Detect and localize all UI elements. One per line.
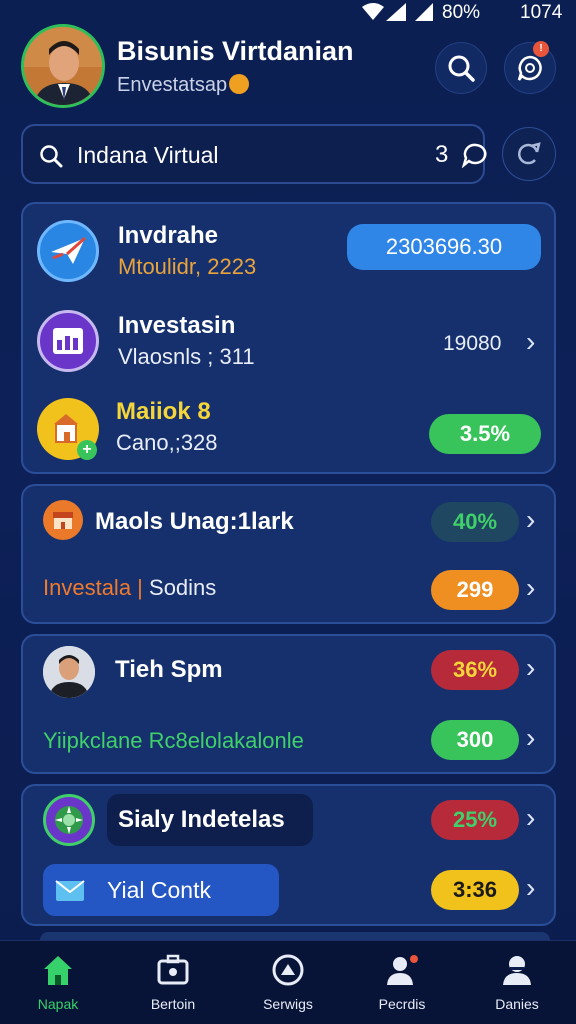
person-icon [387, 955, 418, 985]
clock: 1074 [520, 2, 563, 23]
investment-list-card: Invdrahe Mtoulidr, 2223 2303696.30 Inves… [21, 202, 556, 474]
briefcase-icon [157, 954, 189, 985]
nav-label: Bertoin [150, 996, 196, 1012]
search-button[interactable] [435, 42, 487, 94]
avatar [43, 646, 95, 698]
nav-label: Danies [495, 996, 539, 1012]
services-icon [272, 954, 304, 986]
chevron-right-icon[interactable]: › [526, 572, 535, 604]
row-title: Investasin [118, 312, 236, 339]
card-subtitle: Yiipkclane Rc8elolakalonle [43, 728, 304, 754]
contact-button-label: Yial Contk [107, 877, 211, 903]
nav-item-home[interactable]: Napak [13, 953, 103, 1012]
chevron-right-icon[interactable]: › [526, 326, 535, 358]
signal-icon [386, 3, 406, 21]
row-value: 19080 [443, 332, 502, 355]
nav-item-people[interactable]: Pecrdis [357, 953, 447, 1012]
card-subtitle: Investala | Sodins [43, 575, 217, 600]
header-subtitle: Envestatsap [117, 74, 250, 97]
chat-bubble-icon [461, 143, 487, 168]
nav-item-profile[interactable]: Danies [472, 953, 562, 1012]
card-contact: Sialy Indetelas 25% › Yial Contk 3:36 › [21, 784, 556, 926]
card-title: Sialy Indetelas [118, 806, 285, 833]
value-badge: 3:36 [431, 870, 519, 910]
chevron-right-icon[interactable]: › [526, 872, 535, 904]
nav-label: Pecrdis [378, 996, 426, 1012]
return-badge: 3.5% [429, 414, 541, 454]
nav-item-briefcase[interactable]: Bertoin [128, 953, 218, 1012]
search-icon [40, 145, 63, 168]
refresh-icon [517, 142, 541, 165]
wifi-icon [362, 3, 384, 20]
card-title: Maols Unag:1lark [95, 508, 294, 535]
bottom-nav: Napak Bertoin Serwigs Pecrdis Danies [0, 940, 576, 1024]
search-count: 3 [435, 141, 449, 168]
balance-button[interactable]: 2303696.30 [347, 224, 541, 270]
notifications-button[interactable]: ! [504, 41, 556, 94]
value-badge: 300 [431, 720, 519, 760]
row-subtitle: Vlaosnls ; 311 [118, 344, 255, 369]
subtitle-text: Sodins [149, 575, 217, 600]
avatar[interactable] [21, 24, 105, 108]
subtitle-highlight: Investala [43, 575, 132, 600]
battery-level: 80% [442, 2, 481, 23]
nav-label: Serwigs [263, 996, 313, 1012]
subtitle-text: Yiipkclane Rc8elolakalonle [43, 728, 304, 753]
mail-icon [55, 880, 85, 901]
row-subtitle: Mtoulidr, 2223 [118, 254, 257, 279]
plus-icon: + [77, 440, 97, 460]
contact-button[interactable]: Yial Contk [43, 864, 279, 916]
chevron-right-icon[interactable]: › [526, 652, 535, 684]
card-person: Tieh Spm 36% › Yiipkclane Rc8elolakalonl… [21, 634, 556, 774]
status-bar: 80% 1074 [0, 0, 576, 26]
search-value: Indana Virtual [77, 142, 219, 168]
card-market: Maols Unag:1lark 40% › Investala | Sodin… [21, 484, 556, 624]
chevron-right-icon[interactable]: › [526, 722, 535, 754]
card-title: Tieh Spm [115, 656, 223, 683]
store-icon [43, 500, 83, 540]
chat-icon [517, 55, 542, 81]
paper-plane-icon [37, 220, 99, 282]
building-icon: + [37, 398, 99, 460]
chevron-right-icon[interactable]: › [526, 504, 535, 536]
search-icon [448, 55, 475, 82]
chart-icon [37, 310, 99, 372]
signal-icon-secondary [415, 3, 433, 21]
globe-icon [43, 794, 95, 846]
row-title: Maiiok 8 [116, 398, 211, 425]
value-badge: 299 [431, 570, 519, 610]
refresh-button[interactable] [502, 127, 556, 181]
chevron-right-icon[interactable]: › [526, 802, 535, 834]
change-badge: 40% [431, 502, 519, 542]
notification-badge: ! [533, 41, 549, 57]
home-icon [44, 956, 72, 985]
nav-label: Napak [37, 996, 79, 1012]
header-subtitle-text: Envestatsap [117, 74, 228, 96]
row-subtitle: Cano,;328 [116, 430, 218, 455]
change-badge: 36% [431, 650, 519, 690]
coin-icon [229, 74, 250, 94]
change-badge: 25% [431, 800, 519, 840]
row-title: Invdrahe [118, 222, 219, 249]
search-input[interactable]: Indana Virtual 3 [21, 124, 487, 184]
nav-item-services[interactable]: Serwigs [243, 953, 333, 1012]
profile-icon [503, 956, 531, 985]
page-title: Bisunis Virtdanian [117, 36, 354, 66]
